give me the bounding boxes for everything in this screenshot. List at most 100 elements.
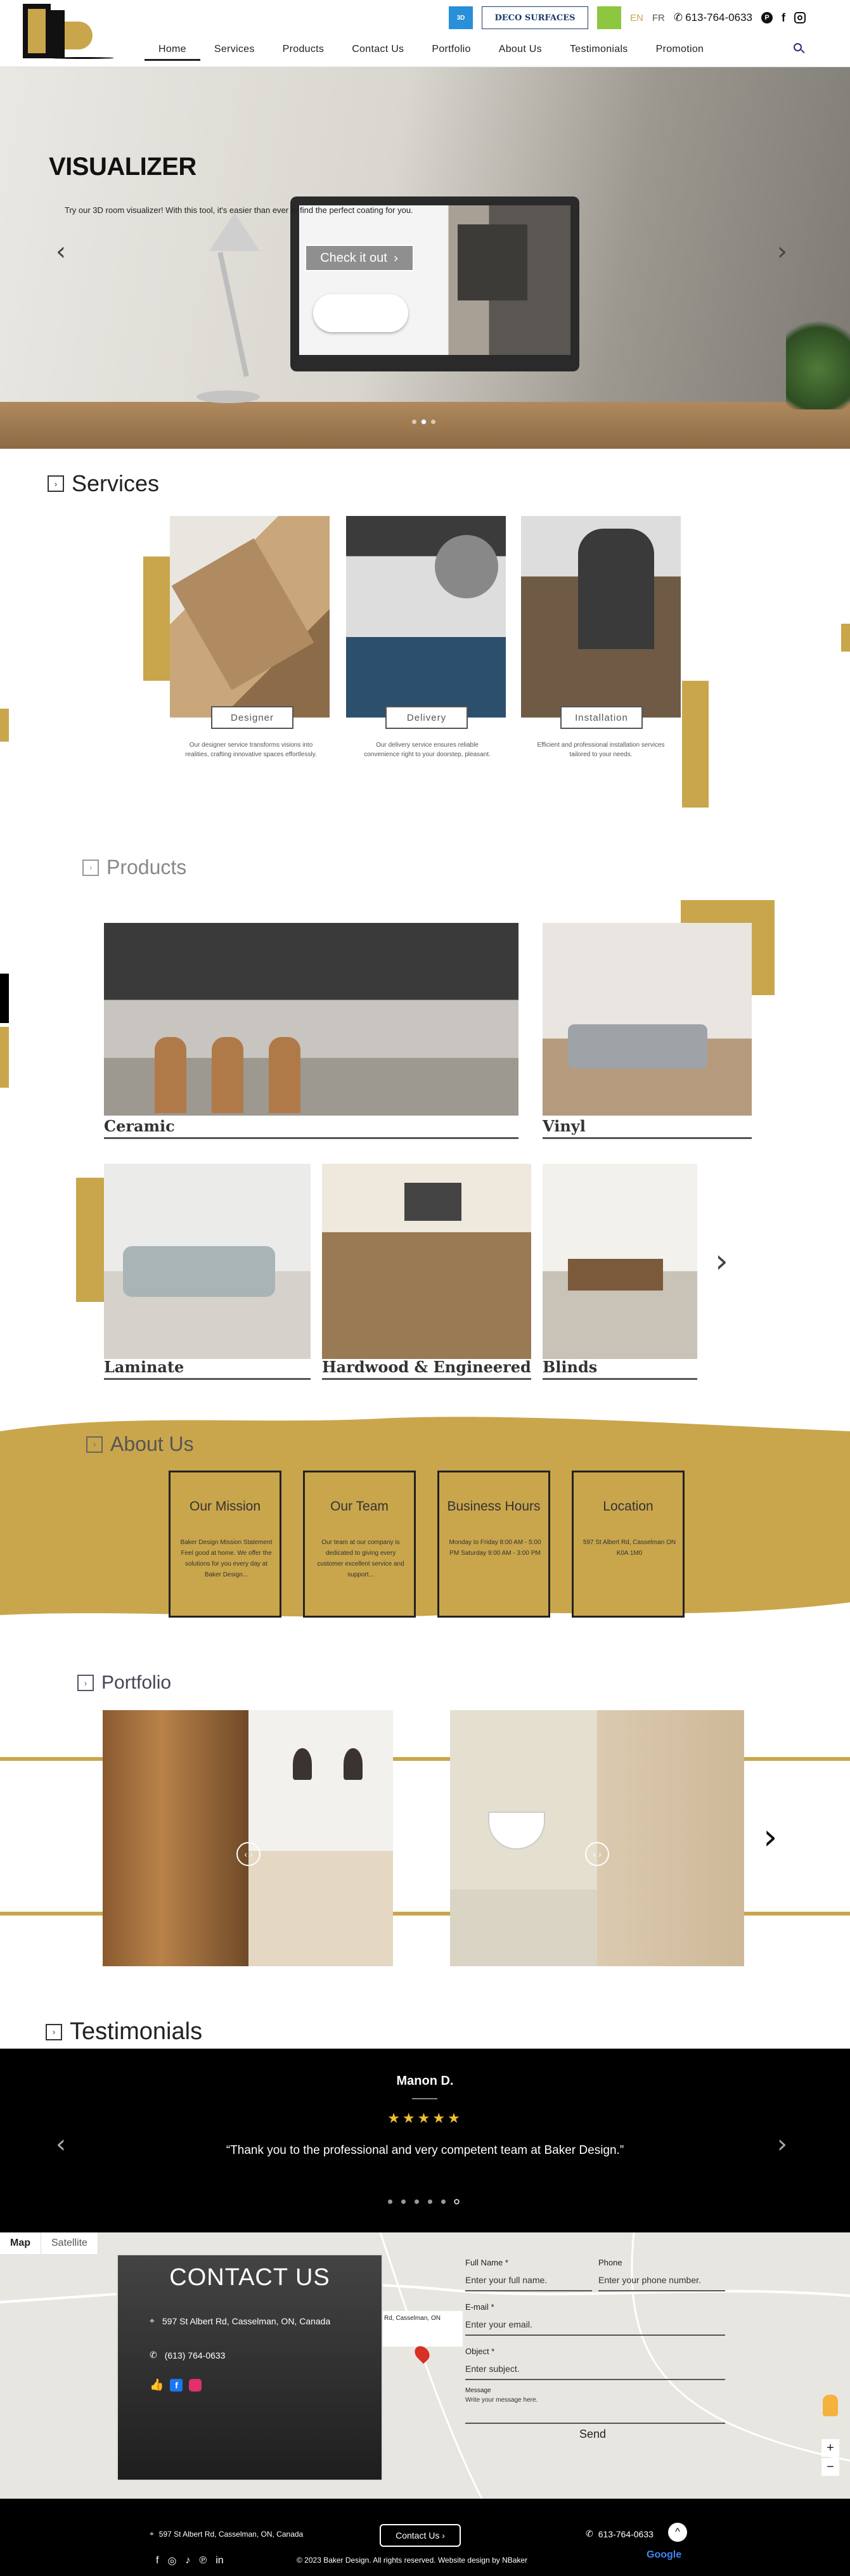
- portfolio-next-arrow[interactable]: ›: [763, 1817, 777, 1858]
- product-image-hardwood[interactable]: [322, 1164, 531, 1359]
- pinterest-icon[interactable]: P: [761, 12, 773, 23]
- zoom-out-button[interactable]: −: [821, 2458, 839, 2476]
- hero-prev-arrow[interactable]: ‹: [56, 237, 66, 266]
- satellite-tab[interactable]: Satellite: [41, 2232, 98, 2254]
- testimonial-next-arrow[interactable]: ›: [777, 2130, 787, 2159]
- product-underline-blinds: [543, 1378, 697, 1380]
- check-it-out-button[interactable]: Check it out ›: [305, 245, 414, 271]
- phone-input[interactable]: Enter your phone number.: [598, 2275, 725, 2285]
- about-card-hours[interactable]: Business Hours Monday to Friday 8:00 AM …: [437, 1471, 550, 1618]
- hero-dot-2[interactable]: [422, 420, 426, 424]
- linkedin-icon[interactable]: in: [216, 2555, 223, 2566]
- map-tab[interactable]: Map: [0, 2232, 41, 2254]
- portfolio-before-after-bathroom[interactable]: ‹ ›: [450, 1710, 744, 1966]
- testimonial-dot-1[interactable]: [388, 2199, 392, 2204]
- service-label-designer[interactable]: Designer: [211, 706, 293, 729]
- footer-phone-text: 613-764-0633: [598, 2529, 654, 2539]
- message-input[interactable]: Write your message here.: [465, 2397, 725, 2404]
- 3d-badge[interactable]: 3D: [449, 6, 473, 29]
- hero-dot-3[interactable]: [431, 420, 435, 424]
- testimonial-quote: “Thank you to the professional and very …: [226, 2144, 624, 2157]
- phone-field[interactable]: Phone Enter your phone number.: [598, 2258, 725, 2291]
- product-image-laminate[interactable]: [104, 1164, 311, 1359]
- baker-design-logo[interactable]: [23, 4, 118, 62]
- email-input[interactable]: Enter your email.: [465, 2319, 725, 2329]
- full-name-input[interactable]: Enter your full name.: [465, 2275, 592, 2285]
- nav-products[interactable]: Products: [269, 42, 338, 61]
- service-label-delivery[interactable]: Delivery: [385, 706, 468, 729]
- instagram-icon[interactable]: [189, 2378, 202, 2392]
- full-name-field[interactable]: Full Name * Enter your full name.: [465, 2258, 592, 2291]
- nav-contact-us[interactable]: Contact Us: [338, 42, 418, 61]
- testimonial-dot-5[interactable]: [441, 2199, 446, 2204]
- testimonial-dot-3[interactable]: [415, 2199, 419, 2204]
- service-card-installation[interactable]: [521, 516, 681, 718]
- about-card-location[interactable]: Location 597 St Albert Rd, Casselman ON …: [572, 1471, 685, 1618]
- nav-promotion[interactable]: Promotion: [642, 42, 718, 61]
- service-card-designer[interactable]: [170, 516, 330, 718]
- pinterest-icon[interactable]: ℗: [199, 2555, 207, 2566]
- testimonial-dot-6[interactable]: [454, 2199, 459, 2204]
- scroll-top-button[interactable]: ^: [668, 2523, 687, 2542]
- hero-next-arrow[interactable]: ›: [777, 237, 787, 266]
- hero-desk-image: [0, 402, 850, 449]
- instagram-icon[interactable]: [794, 12, 806, 23]
- about-card-hours-title: Business Hours: [447, 1499, 541, 1514]
- partner-badge[interactable]: [597, 6, 622, 29]
- street-view-icon[interactable]: [823, 2395, 838, 2416]
- portfolio-title: Portfolio: [101, 1672, 172, 1693]
- contact-address[interactable]: ⌖ 597 St Albert Rd, Casselman, ON, Canad…: [150, 2316, 330, 2326]
- tiktok-icon[interactable]: ♪: [185, 2555, 190, 2566]
- product-name-laminate[interactable]: Laminate: [104, 1358, 184, 1376]
- product-image-blinds[interactable]: [543, 1164, 697, 1359]
- lang-en[interactable]: EN: [630, 13, 643, 23]
- facebook-icon[interactable]: f: [156, 2555, 158, 2566]
- service-card-delivery[interactable]: [346, 516, 506, 718]
- message-field[interactable]: Message Write your message here.: [465, 2387, 725, 2424]
- footer-address[interactable]: ⌖ 597 St Albert Rd, Casselman, ON, Canad…: [150, 2529, 303, 2539]
- about-card-hours-desc: Monday to Friday 8:00 AM - 5:00 PM Satur…: [449, 1539, 541, 1557]
- testimonial-dot-2[interactable]: [401, 2199, 406, 2204]
- contact-phone[interactable]: ✆ (613) 764-0633: [150, 2350, 225, 2360]
- nav-about-us[interactable]: About Us: [485, 42, 556, 61]
- product-name-hardwood[interactable]: Hardwood & Engineered: [322, 1358, 531, 1376]
- product-name-ceramic[interactable]: Ceramic: [104, 1117, 175, 1135]
- facebook-icon[interactable]: f: [782, 11, 785, 25]
- lang-fr[interactable]: FR: [652, 13, 665, 23]
- about-card-mission[interactable]: Our Mission Baker Design Mission Stateme…: [169, 1471, 281, 1618]
- compare-handle-icon[interactable]: ‹ ›: [585, 1842, 609, 1866]
- service-label-installation[interactable]: Installation: [560, 706, 643, 729]
- compare-handle-icon[interactable]: ‹ ›: [236, 1842, 261, 1866]
- footer-contact-button[interactable]: Contact Us ›: [380, 2524, 461, 2547]
- testimonial-dot-4[interactable]: [428, 2199, 432, 2204]
- message-label: Message: [465, 2387, 491, 2394]
- product-image-vinyl[interactable]: [543, 923, 752, 1116]
- header-phone-number: 613-764-0633: [685, 11, 752, 23]
- email-field[interactable]: E-mail * Enter your email.: [465, 2302, 725, 2336]
- contact-social: 👍 f: [150, 2378, 202, 2392]
- product-name-vinyl[interactable]: Vinyl: [543, 1117, 586, 1135]
- header-phone[interactable]: ✆ 613-764-0633: [674, 11, 752, 24]
- portfolio-before-after-kitchen[interactable]: ‹ ›: [103, 1710, 393, 1966]
- like-icon[interactable]: 👍: [150, 2378, 164, 2392]
- product-image-ceramic[interactable]: [104, 923, 518, 1116]
- deco-surfaces-badge[interactable]: DECO SURFACES: [482, 6, 589, 29]
- nav-home[interactable]: Home: [145, 42, 200, 61]
- object-field[interactable]: Object * Enter subject.: [465, 2347, 725, 2380]
- facebook-icon[interactable]: f: [170, 2378, 183, 2392]
- products-next-arrow[interactable]: ›: [715, 1242, 728, 1280]
- send-button[interactable]: Send: [463, 2423, 723, 2445]
- testimonial-prev-arrow[interactable]: ‹: [56, 2130, 66, 2159]
- hero-dot-1[interactable]: [412, 420, 416, 424]
- nav-portfolio[interactable]: Portfolio: [418, 42, 484, 61]
- search-icon[interactable]: [794, 43, 805, 55]
- about-card-team[interactable]: Our Team Our team at our company is dedi…: [303, 1471, 416, 1618]
- google-rating-badge[interactable]: Google: [647, 2549, 681, 2561]
- product-name-blinds[interactable]: Blinds: [543, 1358, 597, 1376]
- nav-services[interactable]: Services: [200, 42, 269, 61]
- object-input[interactable]: Enter subject.: [465, 2364, 725, 2374]
- nav-testimonials[interactable]: Testimonials: [556, 42, 642, 61]
- zoom-in-button[interactable]: +: [821, 2439, 839, 2457]
- footer-phone[interactable]: ✆ 613-764-0633: [586, 2529, 654, 2539]
- instagram-icon[interactable]: ◎: [167, 2554, 176, 2567]
